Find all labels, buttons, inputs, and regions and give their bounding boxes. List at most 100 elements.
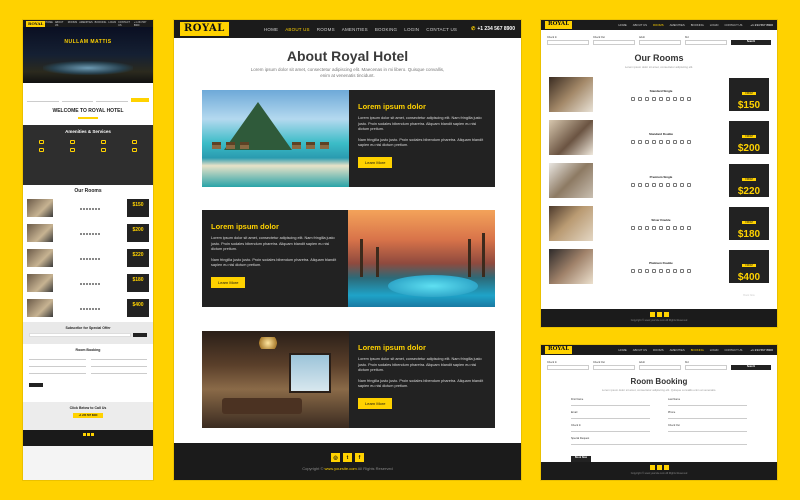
left-room-row: $180 bbox=[27, 272, 149, 294]
learn-more-button[interactable]: Learn More bbox=[211, 276, 246, 288]
nav-booking[interactable]: BOOKING bbox=[691, 348, 704, 352]
booking-logo[interactable]: ROYAL bbox=[545, 346, 573, 354]
nav-about[interactable]: ABOUT US bbox=[633, 23, 647, 27]
room-price: $180 bbox=[737, 229, 761, 240]
left-search-button[interactable] bbox=[131, 98, 150, 102]
special-request-field[interactable] bbox=[571, 440, 747, 445]
room-price-box[interactable]: $180 bbox=[127, 274, 149, 292]
header-phone[interactable]: ✆ +1 234 567 8900 bbox=[471, 26, 515, 32]
kid-field[interactable] bbox=[685, 40, 727, 45]
booking-header-phone[interactable]: +1 234 567 8900 bbox=[750, 348, 773, 352]
nav-amenities[interactable]: AMENITIES bbox=[670, 23, 685, 27]
facebook-icon[interactable] bbox=[90, 433, 94, 436]
room-price-box[interactable]: $400 bbox=[127, 299, 149, 317]
left-nav-about[interactable]: ABOUT US bbox=[55, 21, 66, 27]
nav-home[interactable]: HOME bbox=[618, 348, 626, 352]
room-price-box[interactable]: $150 bbox=[127, 199, 149, 217]
left-subscribe-button[interactable] bbox=[133, 333, 147, 337]
left-booking-field[interactable] bbox=[90, 356, 147, 360]
checkin-field[interactable] bbox=[547, 40, 589, 45]
last-name-field[interactable] bbox=[668, 401, 747, 406]
left-nav-rooms[interactable]: ROOMS bbox=[68, 21, 77, 27]
left-booking-button[interactable] bbox=[29, 383, 43, 387]
nav-home[interactable]: HOME bbox=[618, 23, 626, 27]
room-price: $150 bbox=[737, 100, 761, 111]
nav-about[interactable]: ABOUT US bbox=[285, 27, 310, 32]
rooms-logo[interactable]: ROYAL bbox=[545, 21, 573, 29]
learn-more-button[interactable]: Learn More bbox=[358, 156, 393, 168]
copyright-site[interactable]: www.yoursite.com bbox=[325, 466, 357, 471]
room-item: Silver Double FROM$180Book Now bbox=[541, 202, 777, 254]
twitter-icon[interactable] bbox=[656, 465, 662, 470]
nav-amenities[interactable]: AMENITIES bbox=[670, 348, 685, 352]
email-field[interactable] bbox=[571, 414, 650, 419]
left-logo[interactable]: ROYAL bbox=[26, 20, 46, 27]
instagram-icon[interactable] bbox=[649, 465, 655, 470]
left-booking-field[interactable] bbox=[90, 363, 147, 367]
left-booking-field[interactable] bbox=[29, 370, 86, 374]
left-nav-amenities[interactable]: AMENITIES bbox=[79, 21, 92, 27]
instagram-icon[interactable] bbox=[649, 312, 655, 317]
left-phone[interactable]: +1 234 567 8900 bbox=[134, 21, 150, 27]
room-price-box[interactable]: $200 bbox=[127, 224, 149, 242]
adult-field[interactable] bbox=[639, 365, 681, 370]
left-subscribe-input[interactable] bbox=[29, 333, 131, 337]
twitter-icon[interactable] bbox=[656, 312, 662, 317]
nav-booking[interactable]: BOOKING bbox=[691, 23, 704, 27]
first-name-field[interactable] bbox=[571, 401, 650, 406]
nav-login[interactable]: LOGIN bbox=[710, 23, 719, 27]
left-checkout-field[interactable] bbox=[61, 98, 94, 102]
left-booking-field[interactable] bbox=[90, 370, 147, 374]
nav-rooms[interactable]: ROOMS bbox=[653, 348, 664, 352]
room-price-box[interactable]: FROM $400 Book Now bbox=[729, 250, 769, 297]
room-price-box[interactable]: FROM$180Book Now bbox=[729, 207, 769, 254]
left-nav-login[interactable]: LOGIN bbox=[108, 21, 116, 27]
nav-amenities[interactable]: AMENITIES bbox=[342, 27, 368, 32]
instagram-icon[interactable] bbox=[82, 433, 86, 436]
field-label: Adult bbox=[639, 361, 645, 364]
facebook-icon[interactable] bbox=[663, 312, 669, 317]
learn-more-button[interactable]: Learn More bbox=[358, 397, 393, 409]
phone-field[interactable] bbox=[668, 414, 747, 419]
book-now-link[interactable]: Book Now bbox=[743, 294, 754, 297]
nav-contact[interactable]: CONTACT US bbox=[426, 27, 457, 32]
search-button[interactable]: Search bbox=[731, 365, 771, 370]
checkin-field[interactable] bbox=[547, 365, 589, 370]
nav-login[interactable]: LOGIN bbox=[710, 348, 719, 352]
room-price-box[interactable]: FROM$200Book Now bbox=[729, 121, 769, 168]
nav-about[interactable]: ABOUT US bbox=[633, 348, 647, 352]
facebook-icon[interactable]: f bbox=[355, 453, 364, 462]
nav-rooms[interactable]: ROOMS bbox=[653, 23, 664, 27]
left-nav-home[interactable]: HOME bbox=[45, 21, 53, 27]
nav-login[interactable]: LOGIN bbox=[404, 27, 419, 32]
adult-field[interactable] bbox=[639, 40, 681, 45]
checkout-field[interactable] bbox=[593, 365, 635, 370]
nav-rooms[interactable]: ROOMS bbox=[317, 27, 335, 32]
checkin-date-field[interactable] bbox=[571, 427, 650, 432]
facebook-icon[interactable] bbox=[663, 465, 669, 470]
rooms-header-phone[interactable]: +1 234 567 8900 bbox=[750, 23, 773, 27]
left-booking-field[interactable] bbox=[29, 363, 86, 367]
room-price-box[interactable]: FROM$150Book Now bbox=[729, 78, 769, 125]
center-logo[interactable]: ROYAL bbox=[180, 22, 229, 36]
twitter-icon[interactable] bbox=[86, 433, 90, 436]
left-adult-field[interactable] bbox=[96, 98, 129, 102]
checkout-field[interactable] bbox=[593, 40, 635, 45]
nav-contact[interactable]: CONTACT US bbox=[724, 348, 742, 352]
left-booking-field[interactable] bbox=[29, 356, 86, 360]
left-nav-booking[interactable]: BOOKING bbox=[95, 21, 107, 27]
nav-home[interactable]: HOME bbox=[264, 27, 278, 32]
left-welcome-button[interactable] bbox=[78, 117, 98, 119]
left-call-button[interactable]: +1 234 567 8900 bbox=[73, 413, 103, 418]
search-button[interactable]: Search bbox=[731, 40, 771, 45]
nav-booking[interactable]: BOOKING bbox=[375, 27, 397, 32]
nav-contact[interactable]: CONTACT US bbox=[724, 23, 742, 27]
room-price-box[interactable]: $220 bbox=[127, 249, 149, 267]
left-nav-contact[interactable]: CONTACT US bbox=[118, 21, 132, 27]
left-checkin-field[interactable] bbox=[27, 98, 59, 102]
kid-field[interactable] bbox=[685, 365, 727, 370]
checkout-date-field[interactable] bbox=[668, 427, 747, 432]
room-price-box[interactable]: FROM$220Book Now bbox=[729, 164, 769, 211]
instagram-icon[interactable]: ◎ bbox=[331, 453, 340, 462]
twitter-icon[interactable]: t bbox=[343, 453, 352, 462]
